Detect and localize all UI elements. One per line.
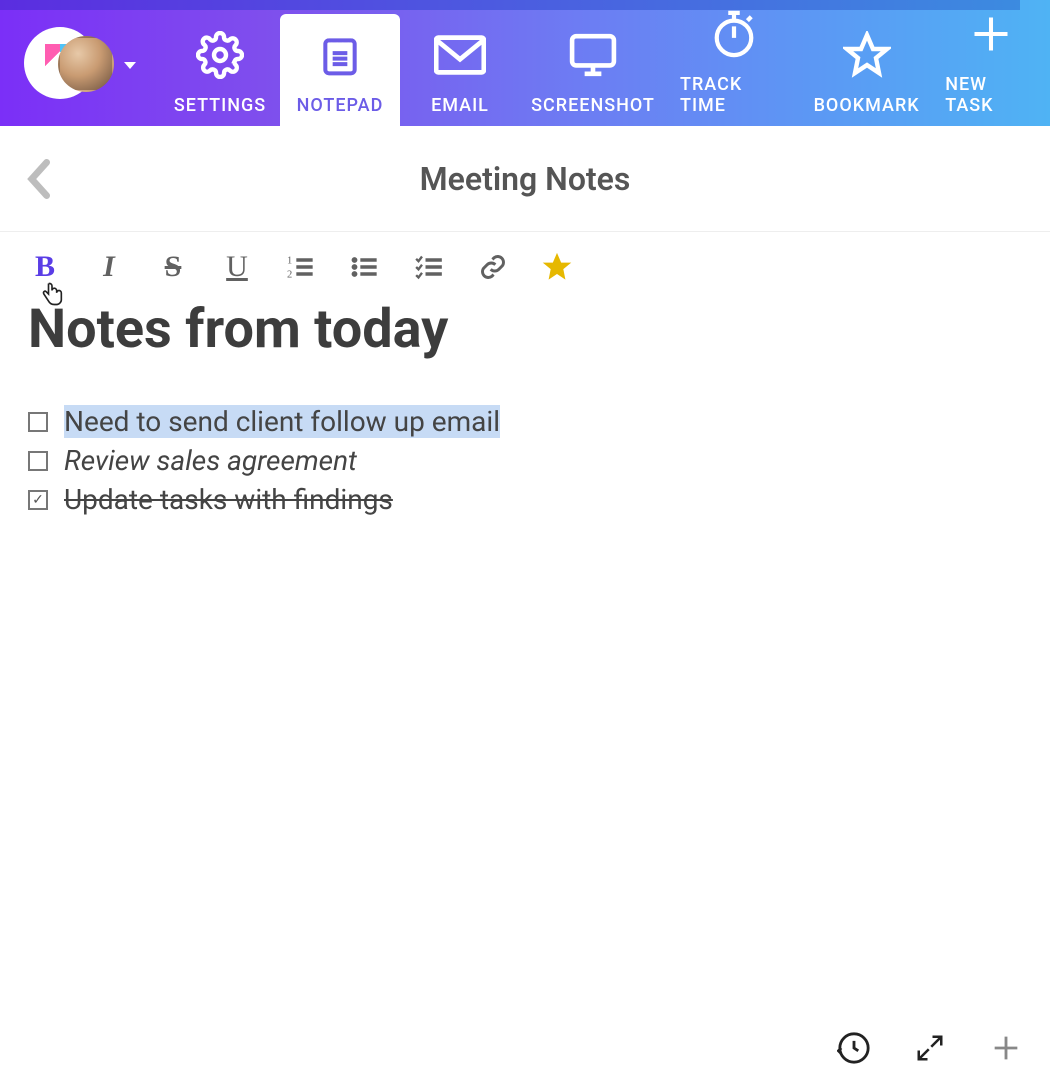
avatar[interactable] (58, 36, 114, 92)
star-icon (843, 25, 891, 85)
italic-button[interactable]: I (92, 250, 126, 284)
checklist-text[interactable]: Need to send client follow up email (64, 405, 500, 438)
top-nav: SETTINGS NOTEPAD EMAIL SCREENSHOT TRACK (0, 0, 1050, 126)
ordered-list-button[interactable]: 12 (284, 250, 318, 284)
nav-notepad[interactable]: NOTEPAD (280, 14, 400, 126)
document-title[interactable]: Notes from today (28, 298, 1022, 361)
mail-icon (434, 25, 486, 85)
nav-settings[interactable]: SETTINGS (160, 0, 280, 126)
checklist-item[interactable]: ✓ Update tasks with findings (28, 483, 1022, 516)
format-toolbar: B I S U 12 (0, 232, 1050, 292)
favorite-button[interactable] (540, 250, 574, 284)
nav-label: BOOKMARK (814, 95, 920, 116)
expand-icon (915, 1033, 945, 1063)
nav-label: SCREENSHOT (531, 95, 655, 116)
note-title: Meeting Notes (58, 160, 992, 198)
nav-tracktime[interactable]: TRACK TIME (666, 0, 802, 126)
add-button[interactable] (986, 1028, 1026, 1068)
nav-bookmark[interactable]: BOOKMARK (802, 0, 931, 126)
nav-label: TRACK TIME (680, 74, 788, 116)
footer-actions (834, 1028, 1026, 1068)
unordered-list-button[interactable] (348, 250, 382, 284)
svg-text:2: 2 (287, 270, 292, 281)
plus-icon (989, 1031, 1023, 1065)
nav-email[interactable]: EMAIL (400, 0, 520, 126)
chevron-left-icon (26, 159, 54, 199)
nav-newtask[interactable]: NEW TASK (931, 0, 1050, 126)
checkbox[interactable] (28, 451, 48, 471)
back-button[interactable] (22, 161, 58, 197)
checklist-text[interactable]: Review sales agreement (64, 444, 357, 477)
plus-icon (969, 4, 1013, 64)
monitor-icon (567, 25, 619, 85)
notepad-icon (318, 25, 362, 85)
history-icon (837, 1031, 871, 1065)
note-body[interactable]: Notes from today Need to send client fol… (0, 292, 1050, 990)
gear-icon (196, 25, 244, 85)
checklist-item[interactable]: Review sales agreement (28, 444, 1022, 477)
nav-label: NEW TASK (945, 74, 1036, 116)
stopwatch-icon (711, 4, 757, 64)
checklist-text[interactable]: Update tasks with findings (64, 483, 393, 516)
expand-button[interactable] (910, 1028, 950, 1068)
svg-text:1: 1 (287, 256, 292, 267)
nav-screenshot[interactable]: SCREENSHOT (520, 0, 666, 126)
chevron-down-icon[interactable] (124, 62, 136, 69)
nav-label: SETTINGS (174, 95, 266, 116)
note-header: Meeting Notes (0, 126, 1050, 232)
account-switcher[interactable] (0, 0, 160, 126)
bold-button[interactable]: B (28, 250, 62, 284)
nav-label: NOTEPAD (297, 95, 384, 116)
checklist-item[interactable]: Need to send client follow up email (28, 405, 1022, 438)
strikethrough-button[interactable]: S (156, 250, 190, 284)
nav-items: SETTINGS NOTEPAD EMAIL SCREENSHOT TRACK (160, 0, 1050, 126)
checkbox[interactable] (28, 412, 48, 432)
nav-label: EMAIL (431, 95, 489, 116)
history-button[interactable] (834, 1028, 874, 1068)
underline-button[interactable]: U (220, 250, 254, 284)
link-button[interactable] (476, 250, 510, 284)
checkbox-checked[interactable]: ✓ (28, 490, 48, 510)
checklist-button[interactable] (412, 250, 446, 284)
